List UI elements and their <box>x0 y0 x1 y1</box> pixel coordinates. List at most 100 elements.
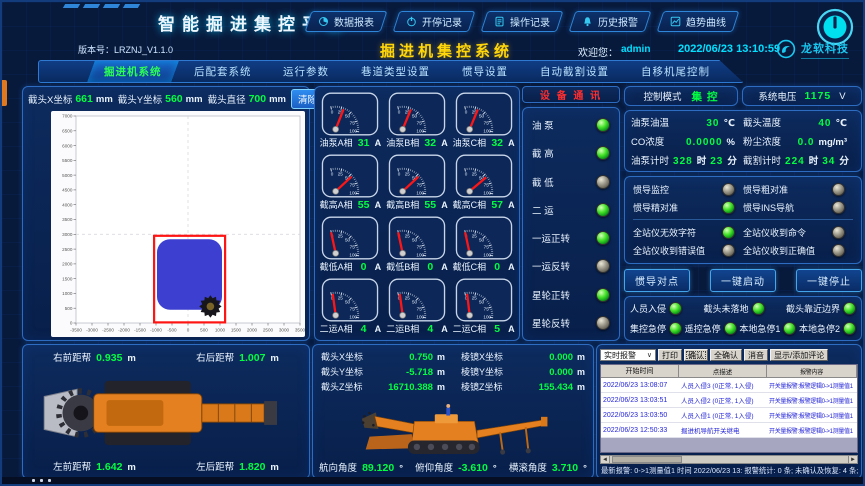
comm-item: 星轮反转 <box>532 316 610 330</box>
gauge-unit: A <box>508 324 515 334</box>
gauge-unit: A <box>508 262 515 272</box>
angle-item: 航向角度89.120° <box>319 460 403 474</box>
stat-value: 30 <box>706 118 719 129</box>
gauge-caption: 油泵A相31A <box>320 136 382 149</box>
table-row[interactable]: 2022/06/23 13:03:51人员入侵2 (0正常, 1入侵)开关量报警… <box>601 393 857 408</box>
stat-label: 油泵计时 <box>631 153 669 167</box>
top-header: 智能掘进集控平台 数据报表开停记录操作记录历史报警趋势曲线 <box>2 2 863 36</box>
safety-item: 截头靠近边界 <box>786 302 856 315</box>
table-row[interactable]: 2022/06/23 13:08:07人员入侵3 (0正常, 1入侵)开关量报警… <box>601 378 857 393</box>
svg-text:50: 50 <box>345 238 351 243</box>
svg-text:25: 25 <box>471 172 477 177</box>
status-led <box>669 322 682 335</box>
distance-label: 左前距帮 <box>53 459 91 473</box>
table-row[interactable]: 2022/06/23 12:50:33掘进机导航开关继电开关量报警:报警逻辑0-… <box>601 423 857 438</box>
stat-item: 油泵计时328时23分 <box>631 153 743 167</box>
angle-label: 俯仰角度 <box>415 460 453 474</box>
nav-status-item: 惯导精对准 <box>633 201 743 214</box>
comm-item: 二 运 <box>532 203 610 217</box>
table-row[interactable]: 2022/06/23 13:03:50人员入侵1 (0正常, 1入侵)开关量报警… <box>601 408 857 423</box>
distance-value: 1.007 <box>239 352 265 364</box>
gauge-unit: A <box>375 324 382 334</box>
distance-label: 右前距帮 <box>53 350 91 364</box>
tab-4[interactable]: 巷道类型设置 <box>344 61 447 82</box>
comm-label: 一运正转 <box>532 231 570 245</box>
nav-status-label: 全站仪收到命令 <box>743 226 806 239</box>
coordinate-value: 16710.388 <box>388 382 433 393</box>
system-voltage-unit: V <box>839 91 845 102</box>
nav-alarm-button[interactable]: 历史报警 <box>569 11 652 32</box>
svg-text:-2500: -2500 <box>102 328 114 333</box>
report-icon <box>318 16 329 27</box>
gauge-dial: 0255075100 <box>455 154 513 198</box>
svg-text:50: 50 <box>412 238 418 243</box>
gauge-caption: 油泵B相32A <box>386 136 448 149</box>
scroll-thumb[interactable] <box>612 456 682 463</box>
nav-status-label: 全站仪无效字符 <box>633 226 696 239</box>
stat-label: 截头温度 <box>743 115 781 129</box>
header-decoration <box>64 4 139 8</box>
coordinate-item: 截头X坐标0.750m <box>313 350 453 363</box>
svg-text:2000: 2000 <box>62 262 73 267</box>
nav-status-label: 惯导粗对准 <box>743 183 788 196</box>
comm-label: 二 运 <box>532 203 554 217</box>
gauge-10: 0255075100二运A相4A <box>317 276 384 338</box>
tab-6[interactable]: 自动截割设置 <box>523 61 626 82</box>
tab-5[interactable]: 惯导设置 <box>445 61 525 82</box>
position-panel: 截头X坐标0.750m棱镜X坐标0.000m截头Y坐标-5.718m棱镜Y坐标0… <box>312 344 594 479</box>
coordinate-item: 截头Y坐标-5.718m <box>313 365 453 378</box>
gauge-label: 油泵B相 <box>386 136 419 149</box>
svg-text:25: 25 <box>471 234 477 239</box>
version-label: 版本号：LRZNJ_V1.1.0 <box>78 43 173 56</box>
tab-2[interactable]: 后配套系统 <box>177 61 268 82</box>
tab-7[interactable]: 自移机尾控制 <box>624 61 727 82</box>
distance-item: 右后距帮1.007m <box>196 350 279 364</box>
nav-button-label: 趋势曲线 <box>686 14 726 29</box>
control-mode-label: 控制模式 <box>644 89 682 103</box>
alarm-desc: 掘进机导航开关继电 <box>679 423 767 437</box>
svg-text:100: 100 <box>416 128 424 133</box>
alarm-time: 2022/06/23 13:08:07 <box>601 378 679 392</box>
stats-row: 油泵油温30℃截头温度40℃ <box>631 115 855 129</box>
gauge-dial: 0255075100 <box>455 216 513 260</box>
tab-3[interactable]: 运行参数 <box>266 61 346 82</box>
nav-button-label: 数据报表 <box>334 14 374 29</box>
nav-report-button[interactable]: 数据报表 <box>305 11 388 32</box>
svg-text:25: 25 <box>338 296 344 301</box>
gauge-unit: A <box>441 200 448 210</box>
tab-1[interactable]: 掘进机系统 <box>87 61 178 82</box>
one-key-start-button[interactable]: 一键启动 <box>710 269 776 292</box>
scroll-right-arrow[interactable]: ► <box>848 456 857 463</box>
alarm-toolbar-button-5[interactable]: 显示/添加评论 <box>770 349 828 361</box>
nav-trend-button[interactable]: 趋势曲线 <box>657 11 740 32</box>
distance-value: 1.642 <box>96 461 122 473</box>
svg-text:100: 100 <box>416 253 424 258</box>
alarm-toolbar-button-2[interactable]: 确认 <box>684 349 708 361</box>
svg-text:100: 100 <box>350 315 358 320</box>
left-edge-orange-marker <box>2 80 7 106</box>
nav-align-button[interactable]: 惯导对点 <box>624 269 690 292</box>
alarm-toolbar-button-4[interactable]: 消音 <box>744 349 768 361</box>
nav-button-label: 操作记录 <box>510 14 550 29</box>
alarm-desc: 人员入侵1 (0正常, 1入侵) <box>679 408 767 422</box>
alarm-table-hscrollbar[interactable]: ◄ ► <box>600 455 858 464</box>
cutting-head-info-bar: 截头X坐标661mm截头Y坐标560mm截头直径700mm清除轨迹 <box>28 90 304 108</box>
gauge-label: 截高C相 <box>453 198 487 211</box>
gauge-value: 4 <box>357 323 371 335</box>
alarm-toolbar-button-1[interactable]: 打印 <box>658 349 682 361</box>
coordinate-unit: m <box>437 382 445 392</box>
one-key-stop-button[interactable]: 一键停止 <box>796 269 862 292</box>
nav-oplog-button[interactable]: 操作记录 <box>481 11 564 32</box>
svg-text:1500: 1500 <box>231 328 242 333</box>
trajectory-chart: -3500-3000-2500-2000-1500-1000-500050010… <box>51 111 305 337</box>
angle-unit: ° <box>399 463 403 474</box>
safety-label: 本地急停2 <box>799 322 840 335</box>
scroll-left-arrow[interactable]: ◄ <box>601 456 610 463</box>
nav-runlog-button[interactable]: 开停记录 <box>393 11 476 32</box>
alarm-toolbar-button-3[interactable]: 全确认 <box>710 349 742 361</box>
comm-item: 截 高 <box>532 146 610 160</box>
gauge-unit: A <box>375 200 382 210</box>
status-led <box>669 302 682 315</box>
alarm-mode-select[interactable]: 实时报警 ∨ <box>600 349 656 361</box>
alarm-table-header: 开始时间点描述报警内容 <box>601 365 857 378</box>
